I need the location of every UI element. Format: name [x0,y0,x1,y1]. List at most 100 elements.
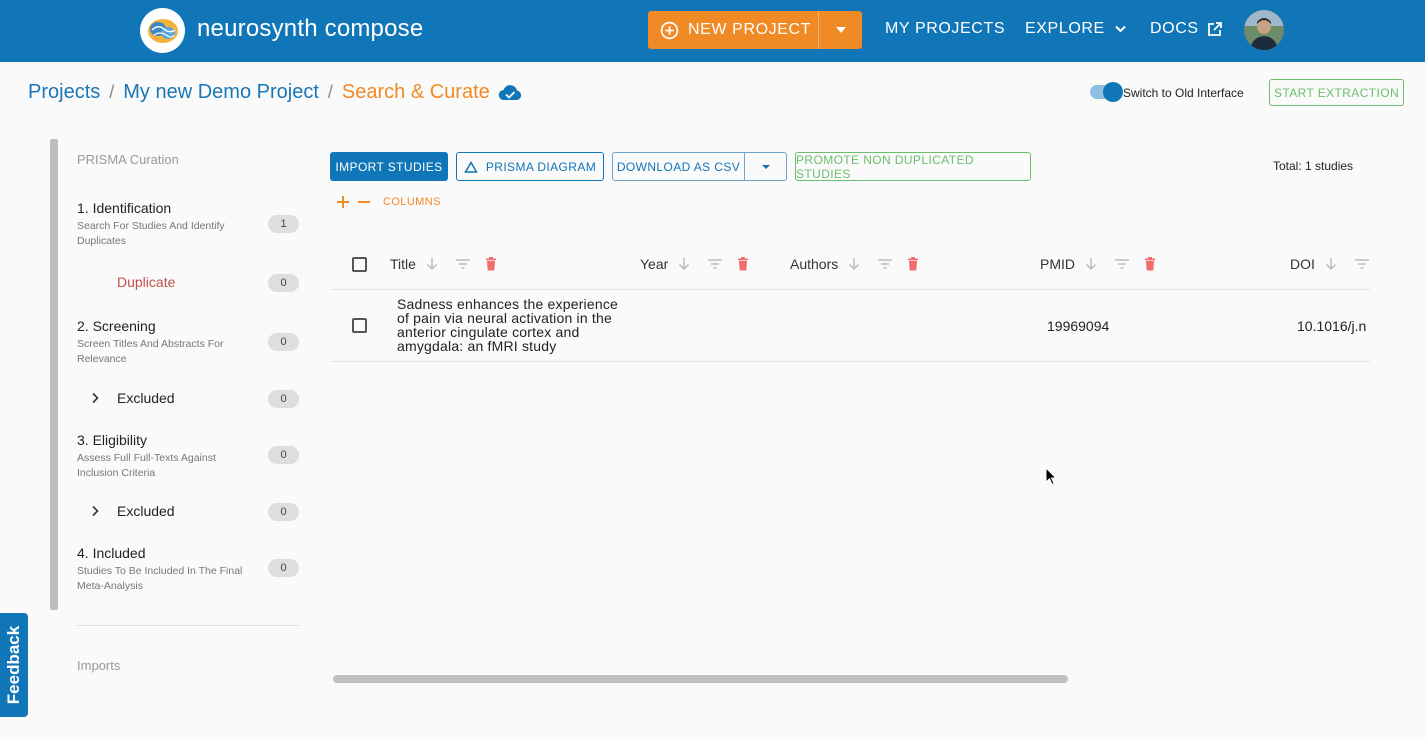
column-header-year: Year [640,256,749,272]
breadcrumb-projects[interactable]: Projects [28,81,100,104]
external-link-icon [1207,22,1222,36]
download-csv-button-group: DOWNLOAD AS CSV [612,152,787,181]
sort-arrow-icon[interactable] [426,257,438,271]
step-description: Search For Studies And Identify Duplicat… [77,220,225,247]
nav-explore-label: EXPLORE [1025,20,1105,37]
filter-icon[interactable] [1114,258,1130,270]
duplicate-item[interactable]: Duplicate 0 [77,273,299,293]
step-count-badge: 0 [268,333,299,351]
sort-arrow-icon[interactable] [1325,257,1337,271]
eligibility-excluded-item[interactable]: Excluded 0 [77,502,299,522]
prisma-diagram-button[interactable]: PRISMA DIAGRAM [456,152,604,181]
step-description: Assess Full Full-Texts Against Inclusion… [77,452,216,479]
nav-explore[interactable]: EXPLORE [1025,20,1126,38]
chevron-right-icon [92,505,99,517]
breadcrumb-project-name[interactable]: My new Demo Project [123,81,319,104]
step-name: 2. Screening [77,318,156,334]
filter-icon[interactable] [877,258,893,270]
delete-column-icon[interactable] [737,257,749,271]
prisma-diagram-label: PRISMA DIAGRAM [485,159,597,174]
column-header-title: Title [390,256,497,272]
toggle-label: Switch to Old Interface [1123,86,1244,100]
new-project-button[interactable]: NEW PROJECT [648,11,818,49]
add-column-icon[interactable] [336,195,350,209]
imports-heading: Imports [77,658,121,673]
column-label: Year [640,256,669,272]
caret-down-icon [835,27,846,33]
step-name: 4. Included [77,545,146,561]
breadcrumb: Projects / My new Demo Project / Search … [28,81,522,104]
start-extraction-button[interactable]: START EXTRACTION [1269,79,1404,106]
top-navbar: neurosynth compose NEW PROJECT MY PROJEC… [0,0,1425,62]
duplicate-label: Duplicate [117,274,176,290]
chevron-down-icon [1115,25,1126,33]
feedback-tab[interactable]: Feedback [0,613,28,717]
new-project-label: NEW PROJECT [688,21,812,38]
row-checkbox[interactable] [352,318,367,333]
step-included[interactable]: 4. Included Studies To Be Included In Th… [77,545,299,594]
sort-arrow-icon[interactable] [678,257,690,271]
total-studies-count: Total: 1 studies [1273,159,1354,173]
column-label: DOI [1290,256,1315,272]
column-header-doi: DOI [1290,256,1370,272]
caret-down-icon [761,164,770,169]
step-description: Screen Titles And Abstracts For Relevanc… [77,338,224,365]
breadcrumb-separator: / [109,82,115,102]
step-description: Studies To Be Included In The Final Meta… [77,565,243,592]
import-studies-button[interactable]: IMPORT STUDIES [330,152,448,181]
chevron-right-icon [92,392,99,404]
nav-docs[interactable]: DOCS [1150,20,1223,38]
table-horizontal-scrollbar[interactable] [333,675,1068,683]
delete-column-icon[interactable] [485,257,497,271]
table-header-row: Title Year Authors PMID DOI [330,240,1370,290]
step-count-badge: 0 [268,446,299,464]
nav-docs-label: DOCS [1150,20,1199,37]
excluded-label: Excluded [117,390,175,406]
sidebar-scrollbar[interactable] [50,139,58,610]
table-row[interactable]: Sadness enhances the experience of pain … [330,290,1370,362]
cloud-done-icon [498,85,521,101]
excluded-label: Excluded [117,503,175,519]
excluded-count-badge: 0 [268,390,299,408]
column-header-authors: Authors [790,256,919,272]
delete-column-icon[interactable] [907,257,919,271]
columns-label[interactable]: COLUMNS [383,196,441,208]
remove-column-icon[interactable] [357,195,371,209]
nav-my-projects[interactable]: MY PROJECTS [885,20,1005,38]
download-csv-button[interactable]: DOWNLOAD AS CSV [613,160,744,174]
old-interface-toggle[interactable] [1090,82,1123,102]
delete-column-icon[interactable] [1144,257,1156,271]
step-count-badge: 1 [268,215,299,233]
sort-arrow-icon[interactable] [1085,257,1097,271]
study-doi: 10.1016/j.n [1297,318,1367,334]
filter-icon[interactable] [707,258,723,270]
app-title[interactable]: neurosynth compose [197,15,423,43]
step-eligibility[interactable]: 3. Eligibility Assess Full Full-Texts Ag… [77,432,299,481]
step-screening[interactable]: 2. Screening Screen Titles And Abstracts… [77,318,299,367]
select-all-checkbox[interactable] [352,257,367,272]
step-identification[interactable]: 1. Identification Search For Studies And… [77,200,299,249]
download-csv-dropdown-button[interactable] [745,164,786,170]
step-name: 1. Identification [77,200,172,216]
study-title[interactable]: Sadness enhances the experience of pain … [397,297,627,353]
new-project-dropdown-button[interactable] [819,11,862,49]
duplicate-count-badge: 0 [268,274,299,292]
studies-table: Title Year Authors PMID DOI Sadness enha… [330,240,1370,362]
promote-non-duplicated-button[interactable]: PROMOTE NON DUPLICATED STUDIES [795,152,1031,181]
screening-excluded-item[interactable]: Excluded 0 [77,389,299,409]
column-label: Title [390,256,416,272]
sidebar-divider [77,625,299,626]
study-pmid: 19969094 [1047,318,1110,334]
mouse-cursor-icon [1045,467,1057,486]
columns-controls: COLUMNS [336,195,441,209]
user-avatar[interactable] [1244,10,1284,50]
new-project-button-group: NEW PROJECT [648,11,862,49]
feedback-label: Feedback [4,625,23,705]
column-label: PMID [1040,256,1075,272]
brain-logo-icon[interactable] [140,8,185,53]
triangle-icon [464,160,478,173]
filter-icon[interactable] [1354,258,1370,270]
column-label: Authors [790,256,839,272]
sort-arrow-icon[interactable] [848,257,860,271]
filter-icon[interactable] [455,258,471,270]
